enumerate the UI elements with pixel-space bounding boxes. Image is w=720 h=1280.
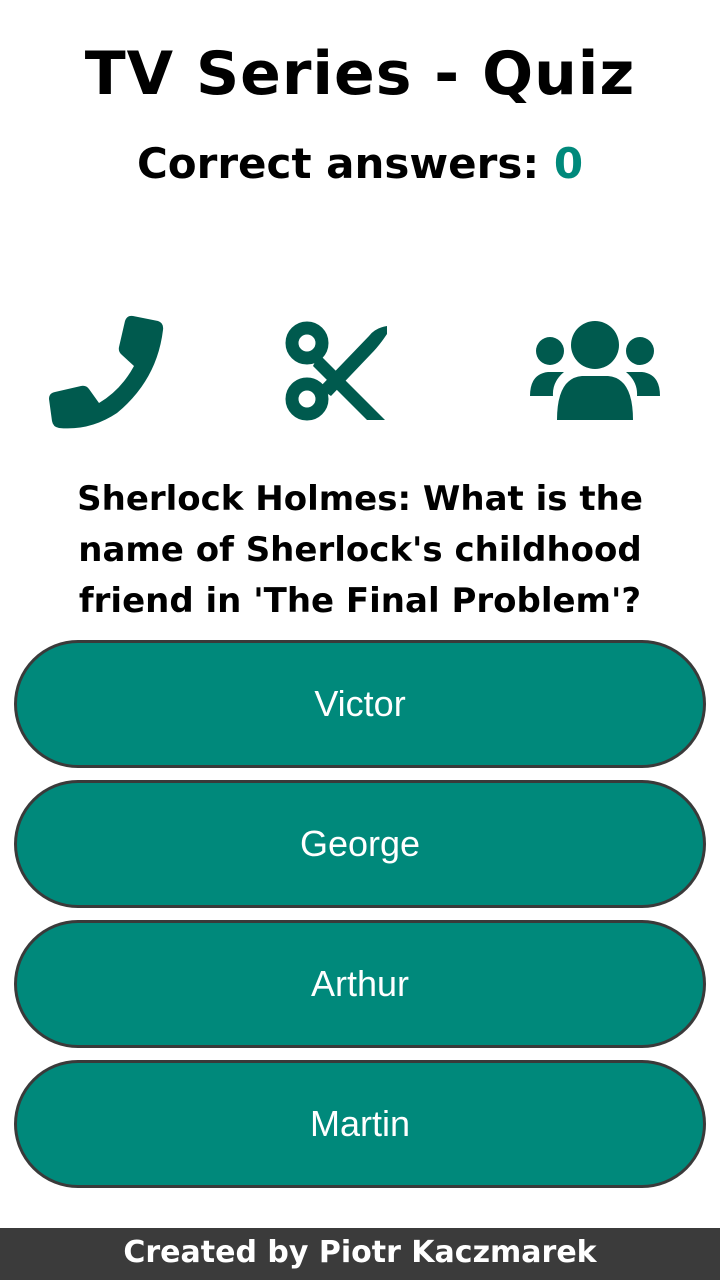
users-icon <box>530 321 660 420</box>
answer-button-1[interactable]: Victor <box>14 640 706 768</box>
audience-lifeline-button[interactable] <box>530 310 660 440</box>
score-display: Correct answers: 0 <box>0 138 720 190</box>
phone-icon <box>49 315 164 429</box>
answer-button-3[interactable]: Arthur <box>14 920 706 1048</box>
answer-button-4[interactable]: Martin <box>14 1060 706 1188</box>
quiz-page: TV Series - Quiz Correct answers: 0 Sher… <box>0 0 720 1280</box>
score-value: 0 <box>553 139 584 188</box>
page-title: TV Series - Quiz <box>84 39 636 109</box>
answer-button-2[interactable]: George <box>14 780 706 908</box>
fifty-fifty-lifeline-button[interactable] <box>275 310 405 440</box>
scissors-icon <box>285 321 387 421</box>
answers-list: Victor George Arthur Martin <box>14 640 706 1200</box>
lifelines-bar <box>0 310 720 440</box>
footer-credit: Created by Piotr Kaczmarek <box>0 1228 720 1280</box>
phone-lifeline-button[interactable] <box>45 310 175 440</box>
question-text: Sherlock Holmes: What is the name of She… <box>77 479 643 621</box>
score-label: Correct answers: <box>136 139 540 188</box>
